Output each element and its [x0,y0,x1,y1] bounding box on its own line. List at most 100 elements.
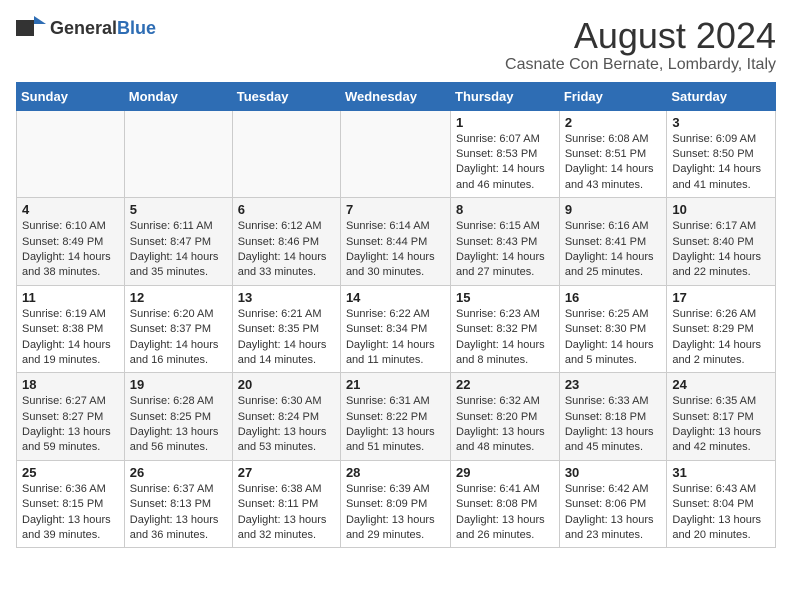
calendar-cell: 15Sunrise: 6:23 AM Sunset: 8:32 PM Dayli… [451,285,560,373]
calendar-cell: 4 Sunrise: 6:10 AM Sunset: 8:49 PM Daylig… [17,198,125,286]
cell-content: Sunrise: 6:08 AM Sunset: 8:51 PM Dayligh… [565,132,662,194]
day-number: 24 [672,377,770,392]
calendar-cell: 24 Sunrise: 6:35 AM Sunset: 8:17 PM Dayli… [667,373,776,461]
day-number: 11 [22,290,119,305]
header-row: SundayMondayTuesdayWednesdayThursdayFrid… [17,82,776,110]
day-number: 4 [22,202,119,217]
title-block: August 2024 Casnate Con Bernate, Lombard… [505,16,776,74]
calendar-cell: 11 Sunrise: 6:19 AM Sunset: 8:38 PM Dayli… [17,285,125,373]
calendar-cell: 21 Sunrise: 6:31 AM Sunset: 8:22 PM Dayli… [340,373,450,461]
day-number: 12 [130,290,227,305]
calendar-cell: 18Sunrise: 6:27 AM Sunset: 8:27 PM Dayli… [17,373,125,461]
calendar-cell [17,110,125,198]
day-number: 7 [346,202,445,217]
cell-content: Sunrise: 6:26 AM Sunset: 8:29 PM Dayligh… [672,307,770,369]
day-header-tuesday: Tuesday [232,82,340,110]
day-number: 23 [565,377,662,392]
day-header-monday: Monday [124,82,232,110]
cell-content: Sunrise: 6:09 AM Sunset: 8:50 PM Dayligh… [672,132,770,194]
calendar-cell: 12 Sunrise: 6:20 AM Sunset: 8:37 PM Dayli… [124,285,232,373]
day-number: 29 [456,465,554,480]
day-number: 28 [346,465,445,480]
day-number: 22 [456,377,554,392]
cell-content: Sunrise: 6:10 AM Sunset: 8:49 PM Dayligh… [22,219,119,281]
day-number: 8 [456,202,554,217]
cell-content: Sunrise: 6:43 AM Sunset: 8:04 PM Dayligh… [672,482,770,544]
cell-content: Sunrise: 6:36 AM Sunset: 8:15 PM Dayligh… [22,482,119,544]
day-number: 1 [456,115,554,130]
cell-content: Sunrise: 6:35 AM Sunset: 8:17 PM Dayligh… [672,394,770,456]
cell-content: Sunrise: 6:21 AM Sunset: 8:35 PM Dayligh… [238,307,335,369]
day-header-saturday: Saturday [667,82,776,110]
cell-content: Sunrise: 6:11 AM Sunset: 8:47 PM Dayligh… [130,219,227,281]
calendar-cell: 17 Sunrise: 6:26 AM Sunset: 8:29 PM Dayli… [667,285,776,373]
cell-content: Sunrise: 6:41 AM Sunset: 8:08 PM Dayligh… [456,482,554,544]
logo-general: General [50,18,117,39]
cell-content: Sunrise: 6:37 AM Sunset: 8:13 PM Dayligh… [130,482,227,544]
day-number: 10 [672,202,770,217]
day-number: 13 [238,290,335,305]
cell-content: Sunrise: 6:17 AM Sunset: 8:40 PM Dayligh… [672,219,770,281]
cell-content: Sunrise: 6:39 AM Sunset: 8:09 PM Dayligh… [346,482,445,544]
cell-content: Sunrise: 6:30 AM Sunset: 8:24 PM Dayligh… [238,394,335,456]
day-number: 31 [672,465,770,480]
cell-content: Sunrise: 6:16 AM Sunset: 8:41 PM Dayligh… [565,219,662,281]
calendar-cell: 1 Sunrise: 6:07 AM Sunset: 8:53 PM Daylig… [451,110,560,198]
cell-content: Sunrise: 6:14 AM Sunset: 8:44 PM Dayligh… [346,219,445,281]
location-title: Casnate Con Bernate, Lombardy, Italy [505,56,776,74]
logo-icon [16,16,46,40]
cell-content: Sunrise: 6:15 AM Sunset: 8:43 PM Dayligh… [456,219,554,281]
day-header-thursday: Thursday [451,82,560,110]
week-row-2: 4 Sunrise: 6:10 AM Sunset: 8:49 PM Daylig… [17,198,776,286]
day-number: 2 [565,115,662,130]
calendar-cell: 22 Sunrise: 6:32 AM Sunset: 8:20 PM Dayli… [451,373,560,461]
calendar-cell: 30 Sunrise: 6:42 AM Sunset: 8:06 PM Dayli… [559,460,667,548]
cell-content: Sunrise: 6:27 AM Sunset: 8:27 PM Dayligh… [22,394,119,456]
calendar-table: SundayMondayTuesdayWednesdayThursdayFrid… [16,82,776,549]
calendar-cell: 14 Sunrise: 6:22 AM Sunset: 8:34 PM Dayli… [340,285,450,373]
cell-content: Sunrise: 6:23 AM Sunset: 8:32 PM Dayligh… [456,307,554,369]
calendar-cell: 26 Sunrise: 6:37 AM Sunset: 8:13 PM Dayli… [124,460,232,548]
cell-content: Sunrise: 6:25 AM Sunset: 8:30 PM Dayligh… [565,307,662,369]
cell-content: Sunrise: 6:32 AM Sunset: 8:20 PM Dayligh… [456,394,554,456]
cell-content: Sunrise: 6:07 AM Sunset: 8:53 PM Dayligh… [456,132,554,194]
day-header-wednesday: Wednesday [340,82,450,110]
calendar-cell: 25 Sunrise: 6:36 AM Sunset: 8:15 PM Dayli… [17,460,125,548]
cell-content: Sunrise: 6:20 AM Sunset: 8:37 PM Dayligh… [130,307,227,369]
day-number: 16 [565,290,662,305]
cell-content: Sunrise: 6:31 AM Sunset: 8:22 PM Dayligh… [346,394,445,456]
calendar-cell [124,110,232,198]
day-number: 14 [346,290,445,305]
calendar-cell [232,110,340,198]
cell-content: Sunrise: 6:42 AM Sunset: 8:06 PM Dayligh… [565,482,662,544]
cell-content: Sunrise: 6:38 AM Sunset: 8:11 PM Dayligh… [238,482,335,544]
calendar-cell: 19Sunrise: 6:28 AM Sunset: 8:25 PM Dayli… [124,373,232,461]
day-number: 21 [346,377,445,392]
day-number: 25 [22,465,119,480]
calendar-cell: 16 Sunrise: 6:25 AM Sunset: 8:30 PM Dayli… [559,285,667,373]
cell-content: Sunrise: 6:28 AM Sunset: 8:25 PM Dayligh… [130,394,227,456]
week-row-3: 11 Sunrise: 6:19 AM Sunset: 8:38 PM Dayli… [17,285,776,373]
cell-content: Sunrise: 6:22 AM Sunset: 8:34 PM Dayligh… [346,307,445,369]
calendar-cell: 27Sunrise: 6:38 AM Sunset: 8:11 PM Dayli… [232,460,340,548]
week-row-1: 1 Sunrise: 6:07 AM Sunset: 8:53 PM Daylig… [17,110,776,198]
calendar-cell: 28 Sunrise: 6:39 AM Sunset: 8:09 PM Dayli… [340,460,450,548]
week-row-5: 25 Sunrise: 6:36 AM Sunset: 8:15 PM Dayli… [17,460,776,548]
calendar-cell: 29 Sunrise: 6:41 AM Sunset: 8:08 PM Dayli… [451,460,560,548]
day-number: 5 [130,202,227,217]
cell-content: Sunrise: 6:19 AM Sunset: 8:38 PM Dayligh… [22,307,119,369]
cell-content: Sunrise: 6:12 AM Sunset: 8:46 PM Dayligh… [238,219,335,281]
day-number: 30 [565,465,662,480]
calendar-cell: 23Sunrise: 6:33 AM Sunset: 8:18 PM Dayli… [559,373,667,461]
day-number: 9 [565,202,662,217]
day-header-sunday: Sunday [17,82,125,110]
day-number: 17 [672,290,770,305]
calendar-cell: 8 Sunrise: 6:15 AM Sunset: 8:43 PM Daylig… [451,198,560,286]
calendar-cell: 13 Sunrise: 6:21 AM Sunset: 8:35 PM Dayli… [232,285,340,373]
day-header-friday: Friday [559,82,667,110]
calendar-cell: 2 Sunrise: 6:08 AM Sunset: 8:51 PM Daylig… [559,110,667,198]
day-number: 26 [130,465,227,480]
calendar-cell [340,110,450,198]
calendar-cell: 7 Sunrise: 6:14 AM Sunset: 8:44 PM Daylig… [340,198,450,286]
calendar-cell: 20Sunrise: 6:30 AM Sunset: 8:24 PM Dayli… [232,373,340,461]
